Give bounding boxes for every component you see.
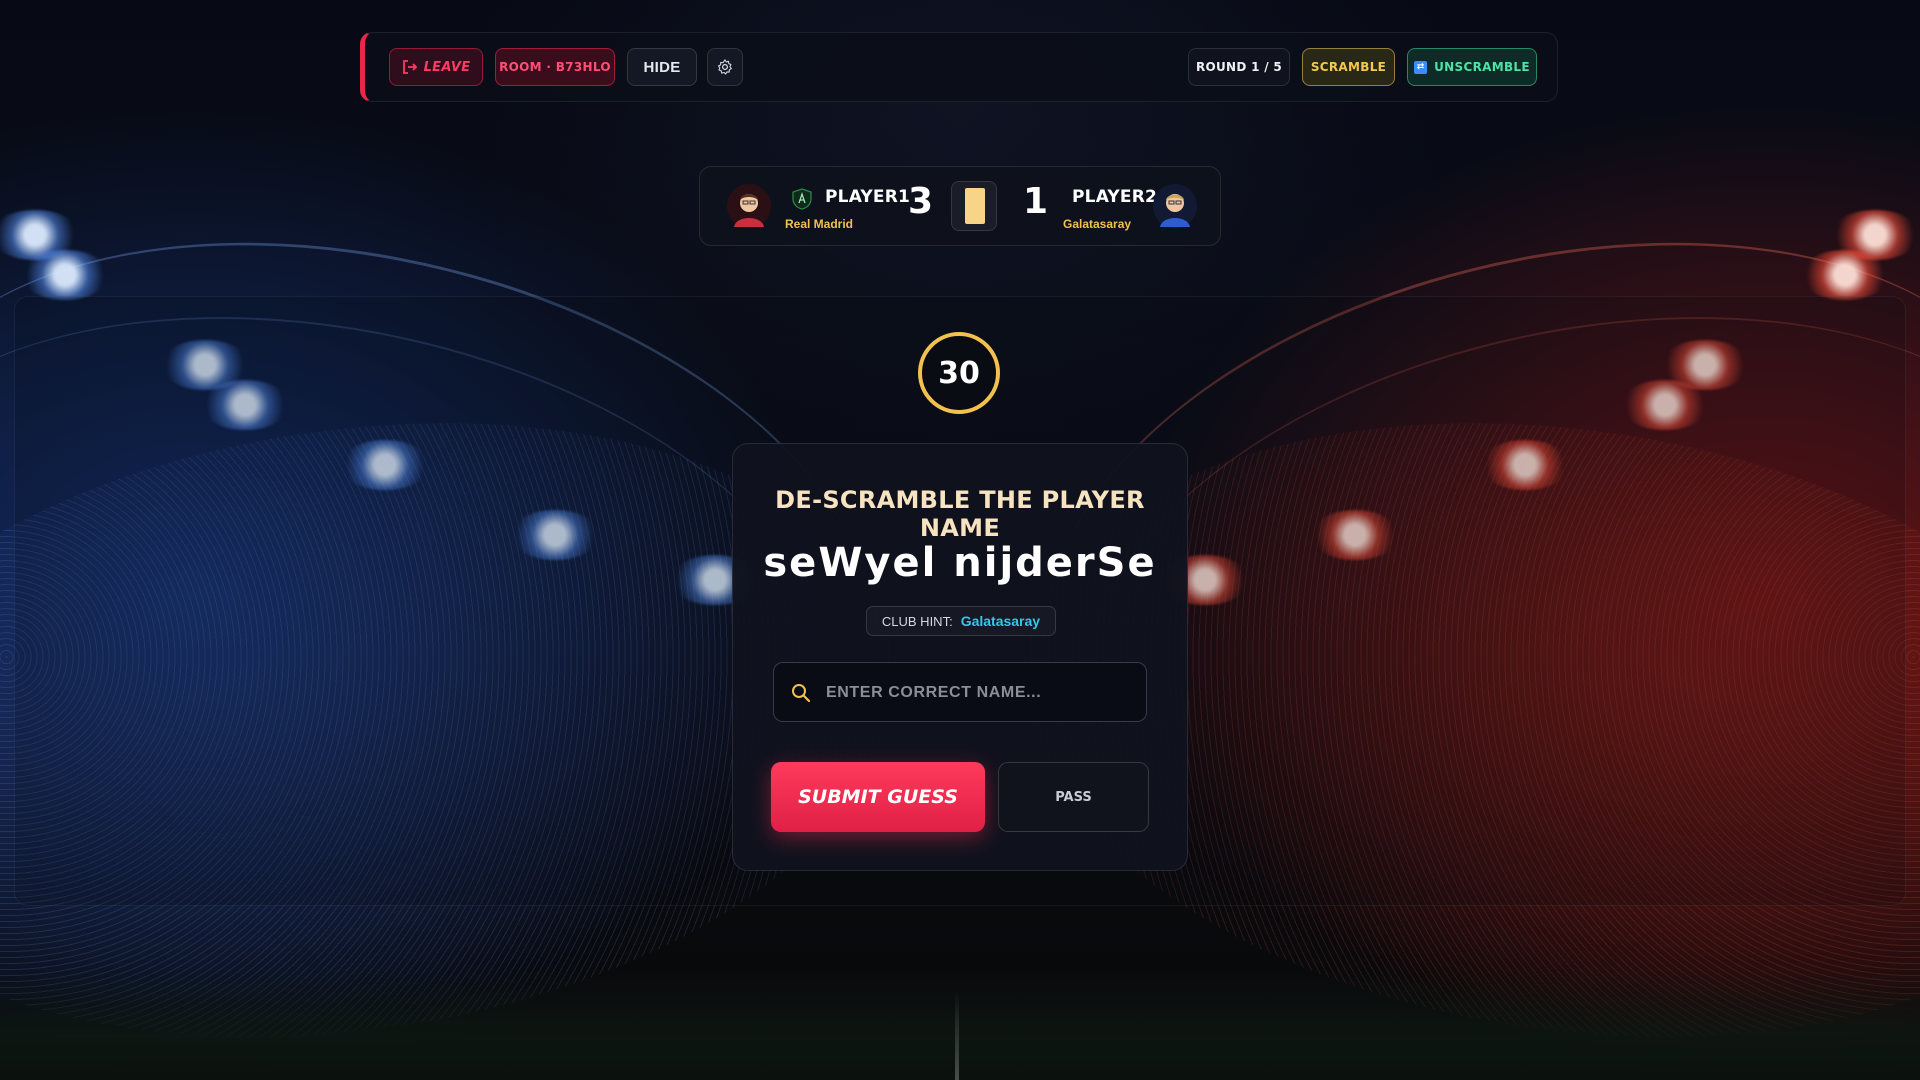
room-code-button[interactable]: ROOM · B73HLO	[495, 48, 615, 86]
player1-club: Real Madrid	[785, 217, 854, 231]
player1-score: 3	[908, 181, 934, 222]
unscramble-button[interactable]: ⇄ UNSCRAMBLE	[1407, 48, 1537, 86]
player2-score: 1	[1023, 181, 1049, 222]
submit-guess-button[interactable]: SUBMIT GUESS	[771, 762, 985, 832]
countdown-timer: 30	[918, 332, 1000, 414]
player2-name: PLAYER2	[1072, 187, 1158, 207]
pass-button[interactable]: PASS	[998, 762, 1149, 832]
top-bar: LEAVE ROOM · B73HLO HIDE ROUND 1 / 5 SCR…	[360, 32, 1558, 102]
floodlight-left-2	[20, 250, 110, 300]
hide-label: HIDE	[643, 58, 681, 76]
club-hint-label: CLUB HINT:	[881, 613, 953, 629]
room-code-label: ROOM · B73HLO	[499, 60, 611, 74]
yellow-card-icon	[965, 188, 985, 224]
game-card: DE-SCRAMBLE THE PLAYER NAME seWyel nijde…	[732, 443, 1188, 871]
round-indicator: ROUND 1 / 5	[1188, 48, 1290, 86]
search-icon	[792, 684, 811, 703]
settings-button[interactable]	[707, 48, 743, 86]
gear-icon	[717, 59, 732, 75]
player1-name: PLAYER1	[825, 187, 911, 207]
logout-icon	[402, 60, 417, 74]
scramble-button[interactable]: SCRAMBLE	[1302, 48, 1395, 86]
guess-field[interactable]	[773, 662, 1147, 723]
round-label: ROUND 1 / 5	[1195, 60, 1283, 74]
game-title: DE-SCRAMBLE THE PLAYER NAME	[775, 486, 1145, 542]
hide-button[interactable]: HIDE	[627, 48, 697, 86]
club-badge-icon	[792, 188, 812, 210]
scramble-label: SCRAMBLE	[1310, 60, 1387, 74]
player1-avatar	[727, 184, 771, 228]
leave-button[interactable]: LEAVE	[389, 48, 483, 86]
club-hint-value: Galatasaray	[960, 613, 1041, 629]
player2-club: Galatasaray	[1063, 217, 1132, 231]
pitch-center-line	[955, 990, 959, 1080]
shuffle-square-icon: ⇄	[1414, 60, 1428, 74]
guess-input[interactable]	[824, 663, 1138, 723]
unscramble-label: UNSCRAMBLE	[1434, 60, 1530, 74]
scrambled-name: seWyel nijderSe	[763, 540, 1157, 586]
scoreboard: PLAYER1 Real Madrid 3 1 PLAYER2 Galatasa…	[699, 166, 1221, 246]
leave-label: LEAVE	[423, 59, 471, 75]
club-hint: CLUB HINT: Galatasaray	[866, 606, 1056, 636]
floodlight-right-2	[1800, 250, 1890, 300]
player2-avatar	[1153, 184, 1197, 228]
pitch	[0, 970, 1920, 1080]
card-slot	[951, 181, 997, 231]
